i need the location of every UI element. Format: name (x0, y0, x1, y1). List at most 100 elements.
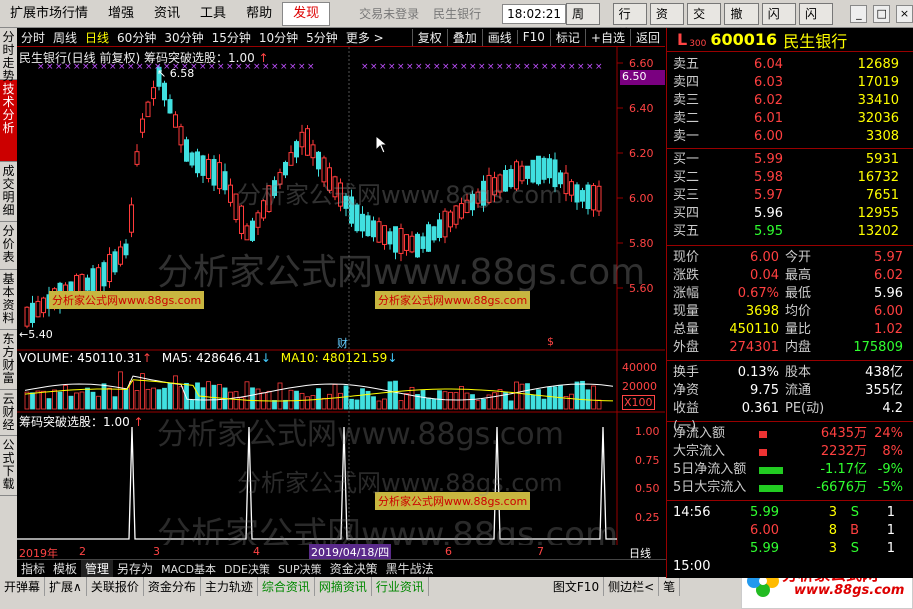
add-favorite-button[interactable]: +自选 (584, 28, 630, 46)
f10-button[interactable]: F10 (516, 30, 550, 44)
tab-black-bull[interactable]: 黑牛战法 (382, 560, 438, 577)
order-volume: 3308 (865, 129, 899, 144)
tab-industry-news[interactable]: 行业资讯 (372, 577, 429, 596)
restore-icon[interactable]: □ (873, 4, 891, 23)
chart-area[interactable]: × × × × × × × × × × × × × × × × × × × × × × × × × × × × × × × × × × × × × × × ×… (17, 47, 665, 555)
tab-yuncaijing[interactable]: 云财经 (0, 390, 17, 436)
menu-tools[interactable]: 工具 (190, 0, 236, 28)
order-book-row[interactable]: 买五 5.95 13202 (667, 223, 913, 241)
tab-graphic-f10[interactable]: 图文F10 (549, 577, 605, 596)
cancel-order-button[interactable]: 撤单 (724, 2, 759, 41)
order-book-row[interactable]: 卖三 6.02 33410 (667, 92, 913, 110)
tab-macd[interactable]: MACD基本 (157, 561, 220, 577)
order-book-row[interactable]: 买三 5.97 7651 (667, 187, 913, 205)
tab-technical-analysis[interactable]: 技术分析 (0, 80, 17, 162)
order-book-row[interactable]: 卖五 6.04 12689 (667, 56, 913, 74)
period-weekly[interactable]: 周线 (49, 29, 81, 46)
tab-main-track[interactable]: 主力轨迹 (201, 577, 258, 596)
volume-bar (200, 387, 206, 410)
signal-marker: × (379, 62, 387, 72)
stat-label: 现量 (673, 304, 700, 319)
period-10min[interactable]: 10分钟 (255, 29, 302, 46)
menu-extended-market[interactable]: 扩展市场行情 (0, 0, 98, 28)
quote-button[interactable]: 行情 (612, 2, 647, 41)
toggle-danmaku[interactable]: 开弹幕 (0, 577, 46, 596)
trade-login-status[interactable]: 交易未登录 (352, 5, 426, 22)
tab-trade-details[interactable]: 成交明细 (0, 162, 17, 222)
pen-tool[interactable]: 笔 (659, 577, 681, 596)
volume-bar (310, 395, 316, 410)
candle-body (448, 211, 453, 228)
period-more[interactable]: 更多 > (342, 29, 388, 46)
toggle-sidebar[interactable]: 侧边栏< (604, 577, 660, 596)
tick-list[interactable]: 14:56 5.99 3 S 1 6.00 8 B 1 5.99 3 S 1 15:00 (667, 501, 913, 579)
period-5min[interactable]: 5分钟 (302, 29, 342, 46)
minimize-icon[interactable]: _ (850, 4, 868, 23)
menu-news[interactable]: 资讯 (144, 0, 190, 28)
tab-intraday[interactable]: 分时走势 (0, 28, 17, 83)
order-book-row[interactable]: 卖二 6.01 32036 (667, 110, 913, 128)
tab-web-news[interactable]: 网摘资讯 (315, 577, 372, 596)
flow-row: 5日大宗流入 -6676万 -5% (667, 479, 913, 497)
flow-pct: 24% (874, 426, 903, 441)
period-30min[interactable]: 30分钟 (160, 29, 207, 46)
volume-bar (184, 382, 189, 410)
period-15min[interactable]: 15分钟 (208, 29, 255, 46)
tab-formula-download[interactable]: 公式下载 (0, 436, 17, 496)
tab-manage[interactable]: 管理 (81, 560, 114, 577)
tab-save-as[interactable]: 另存为 (113, 560, 157, 577)
stat-label: 量比 (785, 322, 812, 337)
mark-button[interactable]: 标记 (549, 28, 585, 46)
tab-dde[interactable]: DDE决策 (220, 561, 274, 577)
price-axis-label: 6.20 (629, 147, 654, 160)
back-button[interactable]: 返回 (629, 28, 665, 46)
volume-bar (206, 381, 211, 410)
tab-fund-decision[interactable]: 资金决策 (326, 560, 382, 577)
candle-body (173, 114, 178, 128)
candle-body (244, 225, 250, 241)
menu-help[interactable]: 帮助 (236, 0, 282, 28)
candle-body (41, 297, 46, 314)
financial-report-marker[interactable]: 财 (337, 335, 348, 351)
tab-fund-distribution[interactable]: 资金分布 (144, 577, 201, 596)
tab-template[interactable]: 模板 (49, 560, 81, 577)
menu-enhance[interactable]: 增强 (98, 0, 144, 28)
expand-button[interactable]: 扩展∧ (45, 577, 87, 596)
tab-company-profile[interactable]: 基本资料 (0, 270, 17, 330)
overlay-button[interactable]: 叠加 (446, 28, 482, 46)
adjust-button[interactable]: 复权 (411, 28, 447, 46)
volume-bar (327, 393, 332, 410)
signal-marker: × (595, 62, 603, 72)
order-book-row[interactable]: 卖四 6.03 17019 (667, 74, 913, 92)
trade-button[interactable]: 交易 (687, 2, 722, 41)
volume-bar (569, 393, 574, 410)
order-book-row[interactable]: 买一 5.99 5931 (667, 151, 913, 169)
volume-bar (283, 399, 288, 410)
close-icon[interactable]: × (896, 4, 913, 23)
menu-discover[interactable]: 发现 (282, 1, 331, 26)
tab-eastmoney[interactable]: 东方财富 (0, 330, 17, 390)
flow-value: 6435万 (820, 426, 867, 441)
max-price-label: ↖ 6.58 (157, 67, 195, 80)
draw-line-button[interactable]: 画线 (481, 28, 517, 46)
order-book-row[interactable]: 买四 5.96 12955 (667, 205, 913, 223)
period-daily[interactable]: 日线 (81, 29, 113, 46)
period-60min[interactable]: 60分钟 (113, 29, 160, 46)
flash-buy-button[interactable]: 闪买 (799, 2, 834, 41)
tab-sup[interactable]: SUP决策 (274, 561, 326, 577)
signal-marker: × (514, 62, 522, 72)
signal-marker: × (532, 62, 540, 72)
tab-price-table[interactable]: 分价表 (0, 222, 17, 270)
tab-general-news[interactable]: 综合资讯 (258, 577, 315, 596)
tab-indicator[interactable]: 指标 (17, 560, 49, 577)
period-intraday[interactable]: 分时 (17, 29, 49, 46)
dividend-marker[interactable]: $ (547, 335, 554, 348)
news-button[interactable]: 资讯 (649, 2, 685, 41)
tick-time: 15:00 (673, 559, 711, 574)
book-divider (667, 148, 913, 149)
order-book-row[interactable]: 买二 5.98 16732 (667, 169, 913, 187)
flash-sell-button[interactable]: 闪卖 (761, 2, 796, 41)
order-book-row[interactable]: 卖一 6.00 3308 (667, 128, 913, 146)
tab-related-quotes[interactable]: 关联报价 (87, 577, 144, 596)
stat-value: 0.67% (737, 286, 779, 301)
